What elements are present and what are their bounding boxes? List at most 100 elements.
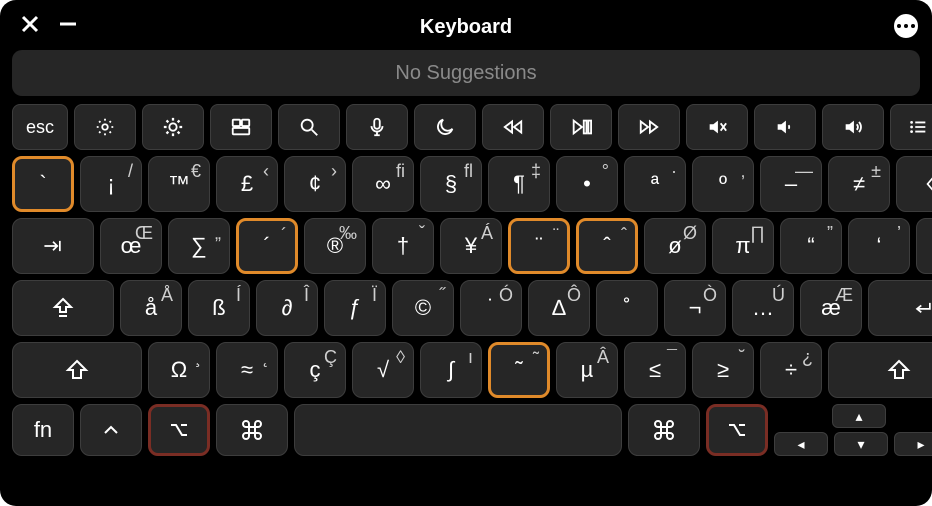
j-key[interactable]: Ô∆ <box>528 280 590 336</box>
5-key[interactable]: ﬁ∞ <box>352 156 414 212</box>
dnd-key[interactable] <box>414 104 476 150</box>
f-key[interactable]: Ïƒ <box>324 280 386 336</box>
7-key[interactable]: ‡¶ <box>488 156 550 212</box>
forward-key[interactable] <box>618 104 680 150</box>
fn-key[interactable]: fn <box>12 404 74 456</box>
8-key[interactable]: °• <box>556 156 618 212</box>
caps-key[interactable] <box>12 280 114 336</box>
2-key[interactable]: €™ <box>148 156 210 212</box>
arrow-down-key[interactable]: ▾ <box>834 432 888 456</box>
grave-key-primary: ` <box>39 171 46 197</box>
list-key[interactable] <box>890 104 932 150</box>
y-key[interactable]: Á¥ <box>440 218 502 274</box>
arrow-right-key[interactable]: ▸ <box>894 432 932 456</box>
6-key[interactable]: ﬂ§ <box>420 156 482 212</box>
z-key[interactable]: ¸Ω <box>148 342 210 398</box>
close-icon <box>18 12 42 36</box>
j-key-primary: ∆ <box>552 295 565 321</box>
s-key[interactable]: Íß <box>188 280 250 336</box>
equals-key[interactable]: ±≠ <box>828 156 890 212</box>
m-key-secondary: Â <box>597 347 609 368</box>
spotlight-key[interactable] <box>278 104 340 150</box>
play-pause-key[interactable] <box>550 104 612 150</box>
semicolon-key[interactable]: Ú… <box>732 280 794 336</box>
l-key-primary: ¬ <box>689 295 702 321</box>
k-key[interactable]: ˚ <box>596 280 658 336</box>
p-key-primary: π <box>735 233 750 259</box>
command-left-key[interactable] <box>216 404 288 456</box>
option-right-key[interactable] <box>706 404 768 456</box>
delete-key[interactable] <box>896 156 932 212</box>
comma-key[interactable]: ¯≤ <box>624 342 686 398</box>
9-key[interactable]: ·ª <box>624 156 686 212</box>
d-key[interactable]: Î∂ <box>256 280 318 336</box>
b-key[interactable]: ı∫ <box>420 342 482 398</box>
suggestion-bar[interactable]: No Suggestions <box>12 50 920 96</box>
minimize-button[interactable] <box>56 12 80 36</box>
delete-icon <box>925 172 932 196</box>
1-key[interactable]: /¡ <box>80 156 142 212</box>
space-key[interactable] <box>294 404 622 456</box>
p-key[interactable]: ∏π <box>712 218 774 274</box>
dictation-key[interactable] <box>346 104 408 150</box>
mute-key[interactable] <box>686 104 748 150</box>
n-key[interactable]: ˜˜ <box>488 342 550 398</box>
minus-key[interactable]: —– <box>760 156 822 212</box>
l-key-secondary: Ò <box>703 285 717 306</box>
6-key-secondary: ﬂ <box>464 161 473 182</box>
esc-key[interactable]: esc <box>12 104 68 150</box>
tab-icon <box>41 234 65 258</box>
v-key[interactable]: ◊√ <box>352 342 414 398</box>
rbracket-key[interactable]: ’‘ <box>848 218 910 274</box>
x-key[interactable]: ˛≈ <box>216 342 278 398</box>
more-button[interactable] <box>892 12 920 40</box>
q-key[interactable]: Œœ <box>100 218 162 274</box>
a-key[interactable]: Åå <box>120 280 182 336</box>
lbracket-key-primary: “ <box>807 233 814 259</box>
period-key[interactable]: ˘≥ <box>692 342 754 398</box>
h-key[interactable]: Ó˙ <box>460 280 522 336</box>
4-key[interactable]: ›¢ <box>284 156 346 212</box>
rewind-key[interactable] <box>482 104 544 150</box>
close-button[interactable] <box>18 12 42 36</box>
l-key[interactable]: Ò¬ <box>664 280 726 336</box>
brightness-up-key[interactable] <box>142 104 204 150</box>
volume-up-key[interactable] <box>822 104 884 150</box>
backslash-key[interactable]: »« <box>916 218 932 274</box>
7-key-secondary: ‡ <box>531 161 541 182</box>
slash-key[interactable]: ¿÷ <box>760 342 822 398</box>
3-key[interactable]: ‹£ <box>216 156 278 212</box>
brightness-down-key[interactable] <box>74 104 136 150</box>
0-key[interactable]: ‚º <box>692 156 754 212</box>
slash-key-primary: ÷ <box>785 357 797 383</box>
option-left-key[interactable] <box>148 404 210 456</box>
u-key[interactable]: ¨¨ <box>508 218 570 274</box>
minimize-icon <box>56 12 80 36</box>
quote-key[interactable]: Ææ <box>800 280 862 336</box>
arrow-left-key[interactable]: ◂ <box>774 432 828 456</box>
arrow-up-key[interactable]: ▴ <box>832 404 886 428</box>
e-key[interactable]: ´´ <box>236 218 298 274</box>
i-key[interactable]: ˆˆ <box>576 218 638 274</box>
g-key[interactable]: ˝© <box>392 280 454 336</box>
rbracket-key-primary: ‘ <box>877 233 882 259</box>
shift-right-key[interactable] <box>828 342 932 398</box>
moon-icon <box>434 116 456 138</box>
r-key[interactable]: ‰® <box>304 218 366 274</box>
tab-key[interactable] <box>12 218 94 274</box>
w-key[interactable]: „∑ <box>168 218 230 274</box>
shift-left-key[interactable] <box>12 342 142 398</box>
c-key[interactable]: Çç <box>284 342 346 398</box>
titlebar: Keyboard <box>12 10 920 44</box>
mission-control-key[interactable] <box>210 104 272 150</box>
grave-key[interactable]: ` <box>12 156 74 212</box>
m-key[interactable]: Âµ <box>556 342 618 398</box>
control-key[interactable] <box>80 404 142 456</box>
lbracket-key[interactable]: ”“ <box>780 218 842 274</box>
o-key[interactable]: Øø <box>644 218 706 274</box>
equals-key-secondary: ± <box>871 161 881 182</box>
return-key[interactable] <box>868 280 932 336</box>
volume-down-key[interactable] <box>754 104 816 150</box>
command-right-key[interactable] <box>628 404 700 456</box>
t-key[interactable]: ˇ† <box>372 218 434 274</box>
